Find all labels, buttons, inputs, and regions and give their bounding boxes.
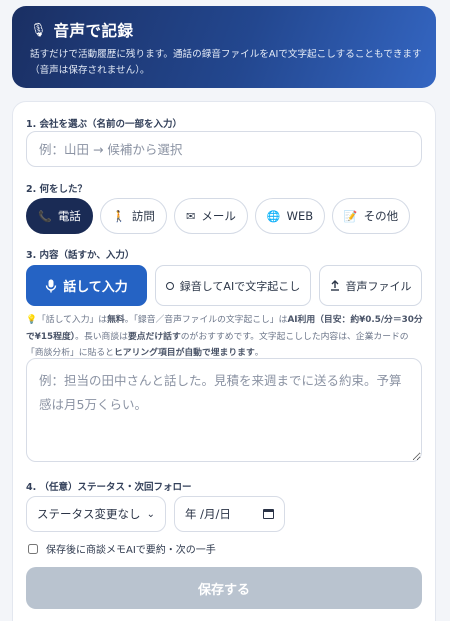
header-banner: 🎙 音声で記録 話すだけで活動履歴に残ります。通話の録音ファイルをAIで文字起こ… [12,6,436,88]
ai-summary-checkbox[interactable] [28,543,38,554]
followup-label: 4. （任意）ステータス・次回フォロー [26,482,192,493]
activity-label: 2. 何をした？ [26,184,88,195]
activity-option-other[interactable]: 📝 その他 [332,198,410,234]
status-select-value: ステータス変更なし [37,507,141,521]
microphone-icon: 🎙 [30,22,47,38]
phone-icon: 📞 [38,209,52,223]
company-search-input[interactable] [26,131,422,167]
record-transcribe-button[interactable]: 録音してAIで文字起こし [155,265,311,306]
followup-date-input[interactable]: 年 /月/日 [174,496,285,532]
activity-option-email[interactable]: ✉ メール [174,198,248,234]
date-placeholder: 年 /月/日 [185,507,231,521]
lightbulb-icon: 💡 [26,315,37,325]
save-button[interactable]: 保存する [26,567,422,609]
activity-option-phone[interactable]: 📞 電話 [26,198,93,234]
speak-input-button[interactable]: 話して入力 [26,265,147,306]
company-label: 1. 会社を選ぶ（名前の一部を入力） [26,119,183,130]
page-title: 音声で記録 [53,22,134,40]
envelope-icon: ✉ [186,209,196,223]
chevron-down-icon: ⌄ [146,508,155,520]
content-label: 3. 内容（話すか、入力） [26,250,135,261]
globe-icon: 🌐 [266,209,281,223]
audio-file-button[interactable]: 音声ファイル [319,265,422,306]
status-select[interactable]: ステータス変更なし ⌄ [26,496,166,532]
ai-summary-option[interactable]: 保存後に商談メモAIで要約・次の一手 [28,541,216,556]
memo-textarea[interactable] [26,358,422,462]
page-description: 話すだけで活動履歴に残ります。通話の録音ファイルをAIで文字起こしすることもでき… [30,49,422,76]
record-icon [165,281,174,290]
calendar-icon[interactable] [263,509,274,519]
activity-option-visit[interactable]: 🚶 訪問 [100,198,167,234]
microphone-icon [45,279,57,292]
walking-person-icon: 🚶 [112,209,126,223]
upload-icon [330,280,339,291]
memo-icon: 📝 [343,209,358,223]
activity-option-web[interactable]: 🌐 WEB [255,198,325,234]
pricing-note: 💡「話して入力」は無料。「録音／音声ファイルの文字起こし」はAI利用（目安：約¥… [26,315,423,358]
